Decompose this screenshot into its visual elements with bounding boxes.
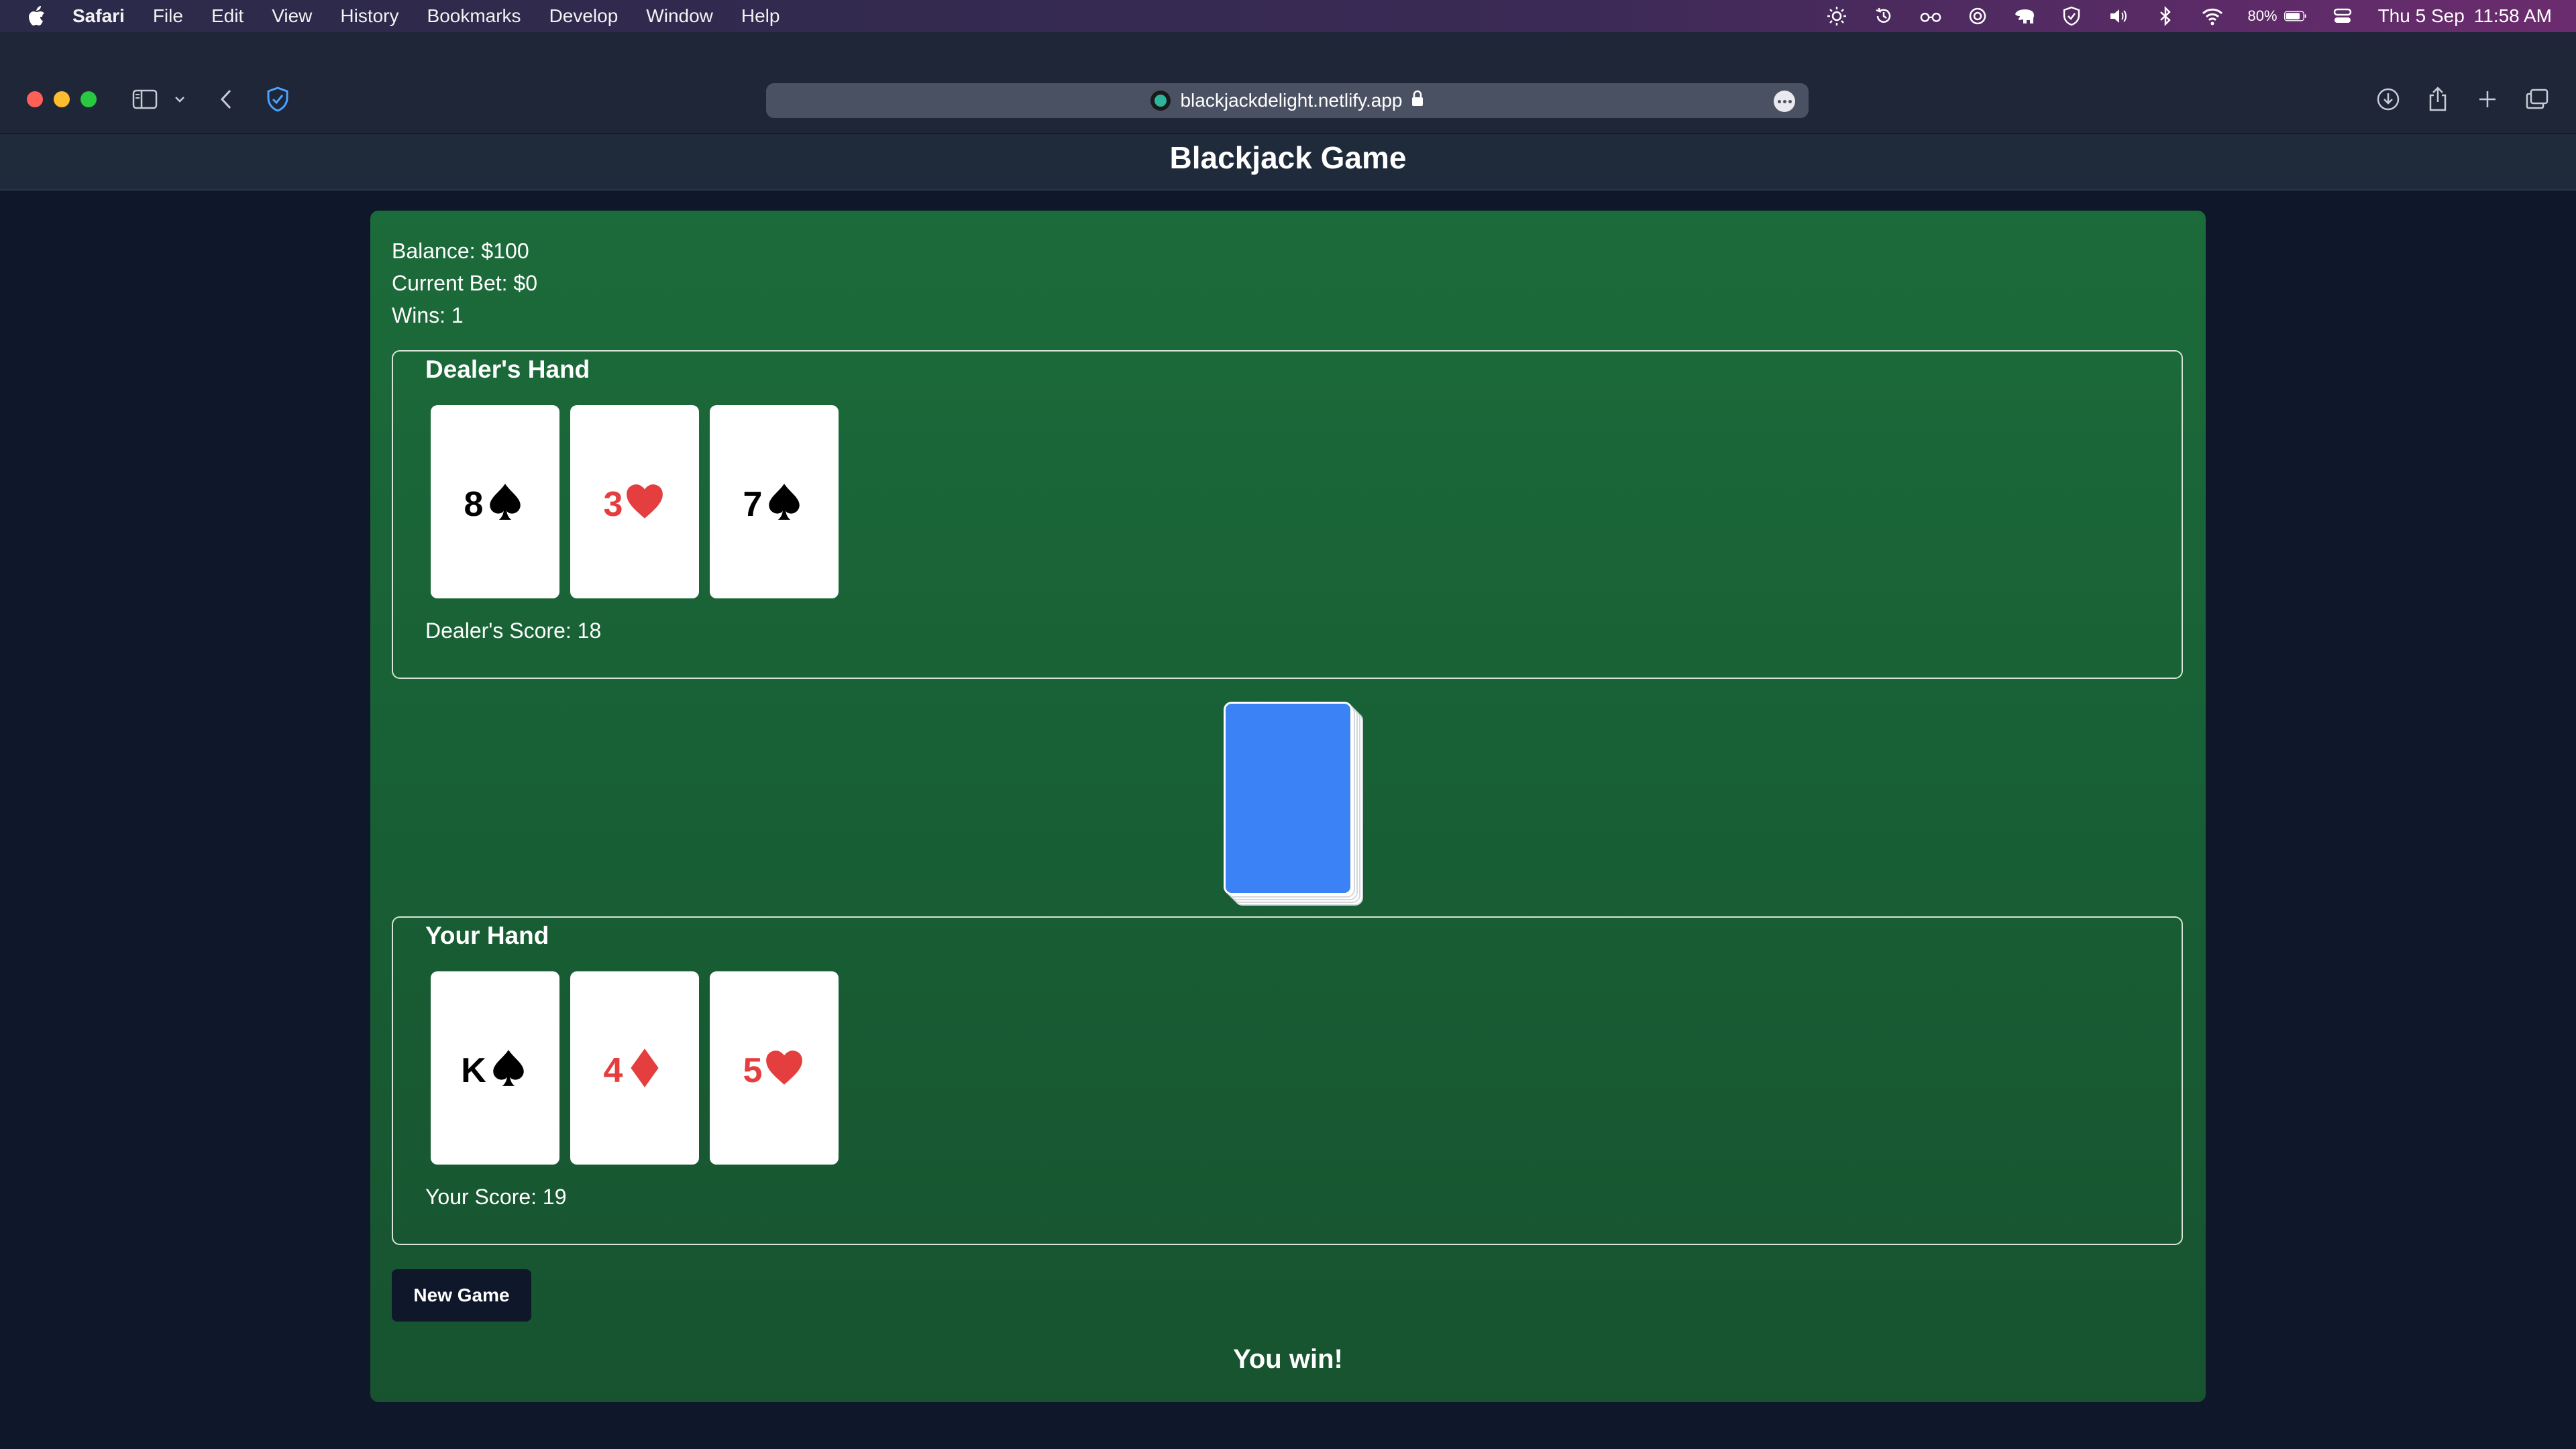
spade-icon (490, 484, 521, 520)
clock-date: Thu 5 Sep (2377, 5, 2465, 26)
sidebar-toggle-icon[interactable] (130, 85, 160, 114)
dealer-cards: 8 3 7 (431, 405, 839, 598)
back-icon[interactable] (213, 85, 240, 114)
close-window-button[interactable] (27, 91, 43, 107)
new-game-button[interactable]: New Game (392, 1269, 531, 1322)
card-rank: 5 (743, 1051, 763, 1090)
menu-file[interactable]: File (153, 5, 183, 27)
heart-icon (627, 484, 663, 519)
player-hand: Your Hand K 4 5 Your Score: 19 (392, 916, 2183, 1245)
browser-toolbar: blackjackdelight.netlify.app (0, 32, 2576, 134)
playing-card: 3 (570, 405, 699, 598)
elephant-icon[interactable] (2013, 5, 2036, 28)
menu-app-name[interactable]: Safari (72, 5, 125, 27)
minimize-window-button[interactable] (54, 91, 70, 107)
menu-clock[interactable]: Thu 5 Sep 11:58 AM (2378, 5, 2552, 27)
volume-icon[interactable] (2107, 5, 2130, 28)
balance-text: Balance: $100 (392, 239, 529, 263)
player-cards: K 4 5 (431, 971, 839, 1165)
battery-icon[interactable] (2284, 5, 2307, 28)
tab-overview-icon[interactable] (2522, 85, 2552, 114)
shield-check-icon[interactable] (2060, 5, 2083, 28)
card-rank: K (461, 1051, 486, 1090)
chevron-down-icon[interactable] (172, 85, 188, 114)
game-table: Balance: $100 Current Bet: $0 Wins: 1 De… (370, 211, 2206, 1402)
menu-bookmarks[interactable]: Bookmarks (427, 5, 521, 27)
url-text: blackjackdelight.netlify.app (1180, 90, 1403, 111)
menu-history[interactable]: History (340, 5, 398, 27)
card-rank: 8 (464, 485, 484, 524)
spade-icon (493, 1050, 524, 1086)
time-machine-icon[interactable] (1872, 5, 1895, 28)
menu-help[interactable]: Help (741, 5, 780, 27)
brightness-icon[interactable] (1825, 5, 1848, 28)
menu-view[interactable]: View (272, 5, 312, 27)
downloads-icon[interactable] (2373, 85, 2403, 114)
control-center-icon[interactable] (2331, 5, 2354, 28)
site-favicon-icon (1150, 91, 1171, 111)
page-title: Blackjack Game (1169, 140, 1407, 175)
game-result-message: You win! (1233, 1344, 1343, 1374)
bluetooth-icon[interactable] (2154, 5, 2177, 28)
clock-time: 11:58 AM (2473, 5, 2552, 26)
page-menu-icon[interactable] (1774, 91, 1795, 112)
playing-card: 8 (431, 405, 559, 598)
privacy-shield-icon[interactable] (263, 85, 292, 114)
menu-develop[interactable]: Develop (549, 5, 619, 27)
diamond-icon (631, 1049, 659, 1087)
glasses-icon[interactable] (1919, 5, 1942, 28)
fullscreen-window-button[interactable] (80, 91, 97, 107)
playing-card: 5 (710, 971, 839, 1165)
stats-panel: Balance: $100 Current Bet: $0 Wins: 1 (392, 235, 537, 331)
wifi-icon[interactable] (2201, 5, 2224, 28)
playing-card: 7 (710, 405, 839, 598)
player-score: Your Score: 19 (425, 1185, 567, 1209)
deck-card-back (1224, 702, 1352, 895)
spade-icon (769, 484, 800, 520)
card-rank: 3 (603, 485, 623, 524)
playing-card: K (431, 971, 559, 1165)
dealer-hand: Dealer's Hand 8 3 7 Dealer's Score: 18 (392, 350, 2183, 679)
address-bar[interactable]: blackjackdelight.netlify.app (766, 83, 1809, 118)
page-header: Blackjack Game (0, 134, 2576, 191)
dealer-score: Dealer's Score: 18 (425, 619, 602, 643)
card-deck[interactable] (1224, 702, 1371, 910)
lock-icon (1411, 90, 1424, 112)
card-rank: 7 (743, 485, 763, 524)
heart-icon (766, 1051, 803, 1085)
menu-edit[interactable]: Edit (211, 5, 244, 27)
player-hand-title: Your Hand (425, 922, 549, 949)
battery-percentage: 80% (2247, 7, 2277, 24)
chatgpt-icon[interactable] (1966, 5, 1989, 28)
current-bet-text: Current Bet: $0 (392, 271, 537, 295)
share-icon[interactable] (2423, 85, 2453, 114)
wins-text: Wins: 1 (392, 303, 464, 327)
dealer-hand-title: Dealer's Hand (425, 356, 590, 383)
playing-card: 4 (570, 971, 699, 1165)
new-tab-icon[interactable] (2473, 85, 2502, 114)
apple-icon[interactable] (27, 5, 47, 28)
card-rank: 4 (603, 1051, 623, 1090)
menu-bar: Safari File Edit View History Bookmarks … (0, 0, 2576, 32)
menu-window[interactable]: Window (646, 5, 713, 27)
